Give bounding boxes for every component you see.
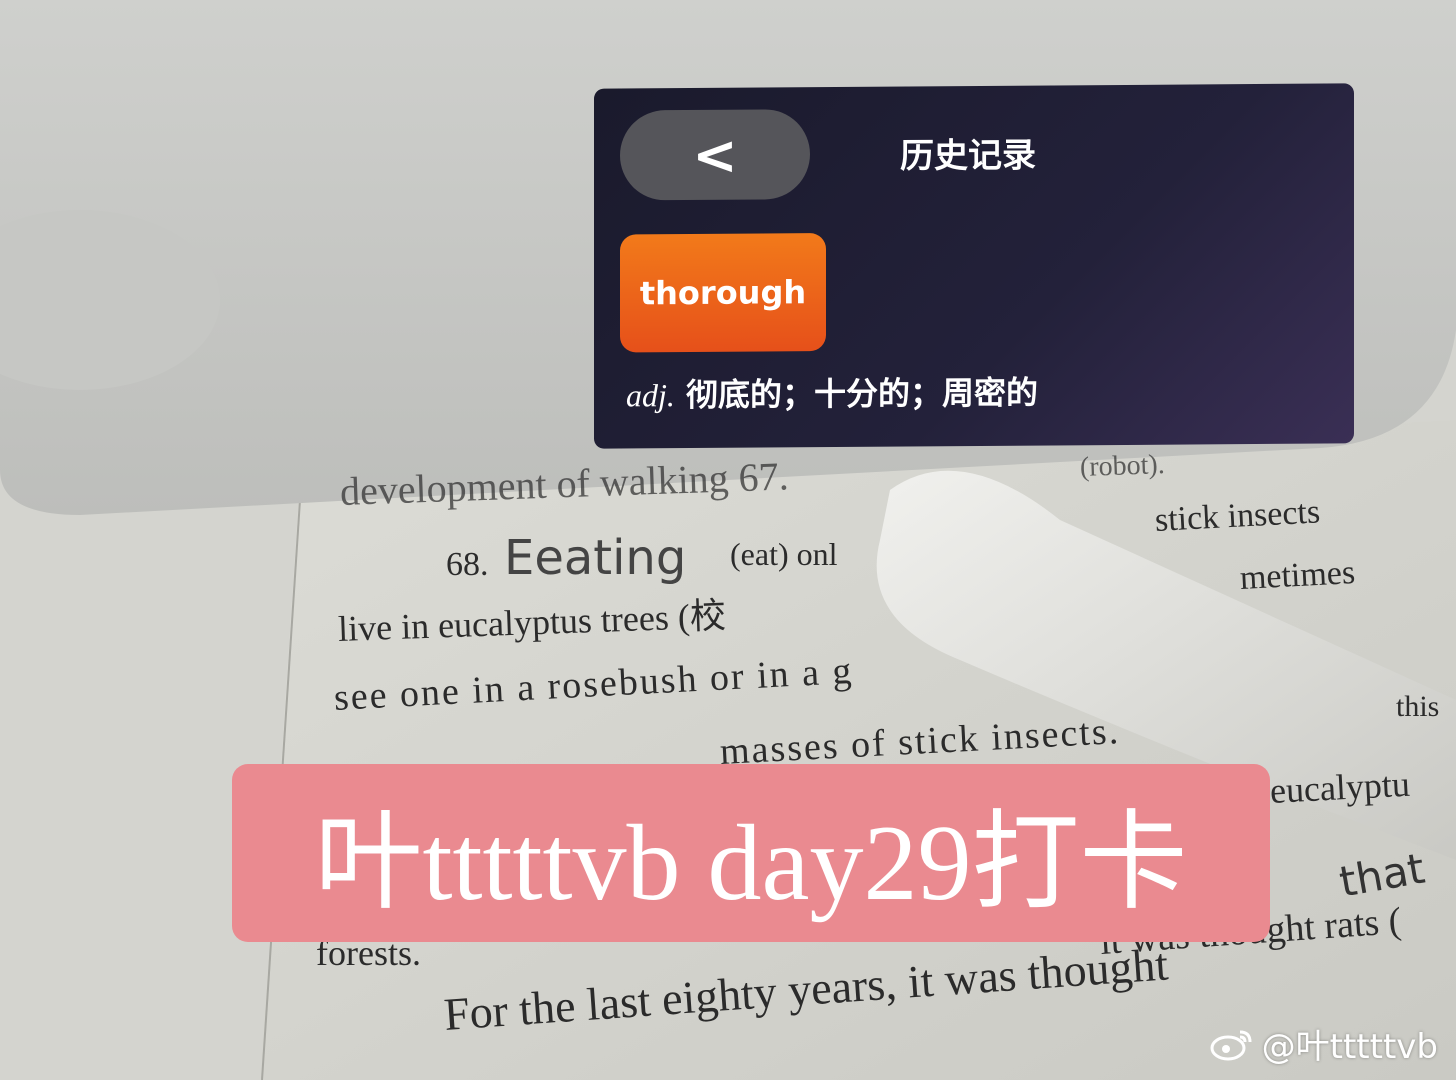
definition-text: 彻底的；十分的；周密的 bbox=[686, 373, 1039, 415]
back-button[interactable]: < bbox=[620, 109, 810, 201]
watermark-handle: @叶tttttvb bbox=[1261, 1027, 1438, 1067]
device-screen: < 历史记录 thorough adj. 彻底的；十分的；周密的 bbox=[594, 83, 1354, 449]
paper-line-6-right: eucalyptu bbox=[1268, 763, 1411, 811]
weibo-icon bbox=[1210, 1030, 1252, 1060]
chevron-left-icon: < bbox=[692, 123, 738, 187]
history-word-button[interactable]: thorough bbox=[620, 233, 826, 353]
checkin-banner-text: 叶tttttvb day29打卡 bbox=[314, 804, 1188, 923]
weibo-watermark: @叶tttttvb bbox=[1210, 1019, 1438, 1068]
checkin-banner: 叶tttttvb day29打卡 bbox=[232, 764, 1270, 942]
word-definition: adj. 彻底的；十分的；周密的 bbox=[626, 368, 1038, 417]
paper-line-3-right: metimes bbox=[1239, 553, 1356, 597]
part-of-speech: adj. bbox=[626, 377, 675, 414]
paper-line-2: (eat) onl bbox=[730, 536, 838, 572]
paper-line-1-right: (robot). bbox=[1079, 449, 1166, 483]
history-word-label: thorough bbox=[639, 273, 807, 313]
paper-line-5-right: this bbox=[1396, 690, 1440, 723]
question-number: 68. bbox=[446, 546, 489, 583]
handwritten-answer: Eeating bbox=[504, 530, 687, 586]
screen-title: 历史记录 bbox=[900, 135, 1036, 177]
